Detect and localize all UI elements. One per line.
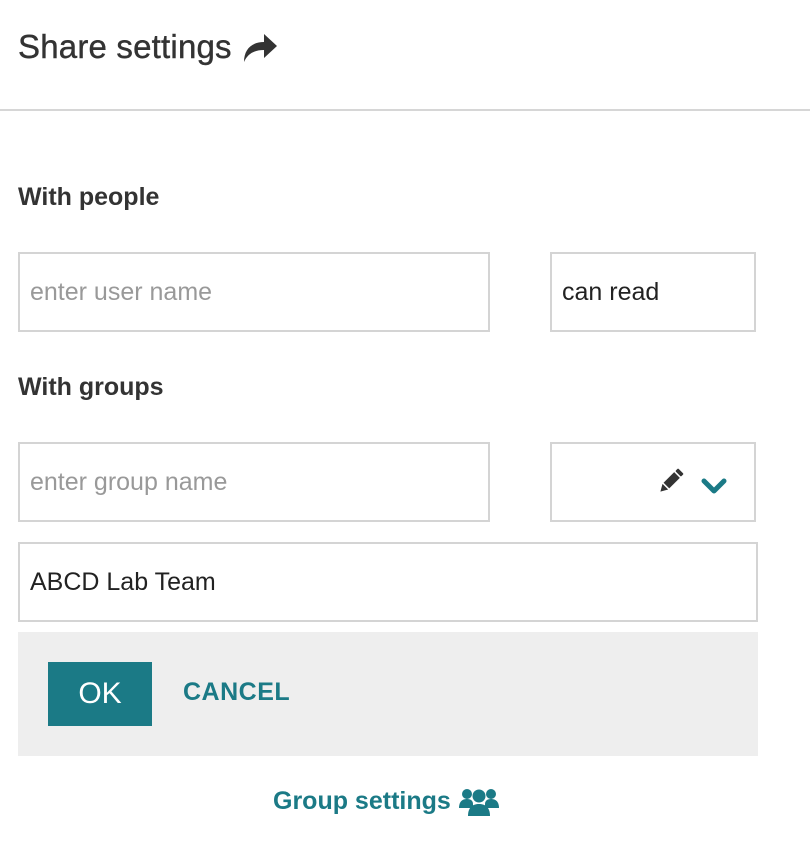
- group-name-placeholder: enter group name: [30, 467, 228, 496]
- header-divider: [0, 109, 810, 111]
- pencil-icon: [660, 468, 684, 492]
- people-permission-select[interactable]: can read: [550, 252, 756, 332]
- group-settings-link[interactable]: Group settings: [273, 786, 499, 816]
- user-name-placeholder: enter user name: [30, 277, 213, 306]
- action-panel: OK CANCEL: [18, 632, 758, 756]
- page-title: Share settings: [18, 28, 232, 65]
- with-people-label: With people: [18, 183, 160, 211]
- chevron-down-icon[interactable]: [700, 476, 728, 498]
- users-icon: [458, 789, 499, 816]
- share-icon: [243, 34, 277, 62]
- user-name-input[interactable]: enter user name: [18, 252, 490, 332]
- cancel-button[interactable]: CANCEL: [183, 678, 290, 707]
- people-permission-value: can read: [562, 277, 660, 306]
- group-settings-label: Group settings: [273, 786, 451, 815]
- with-groups-label: With groups: [18, 373, 164, 401]
- ok-button[interactable]: OK: [48, 662, 152, 726]
- selected-group-field[interactable]: ABCD Lab Team: [18, 542, 758, 622]
- group-name-input[interactable]: enter group name: [18, 442, 490, 522]
- header: Share settings: [18, 28, 278, 66]
- group-permission-select[interactable]: [550, 442, 756, 522]
- selected-group-value: ABCD Lab Team: [30, 567, 216, 596]
- share-settings-page: Share settings With people enter user na…: [0, 0, 810, 868]
